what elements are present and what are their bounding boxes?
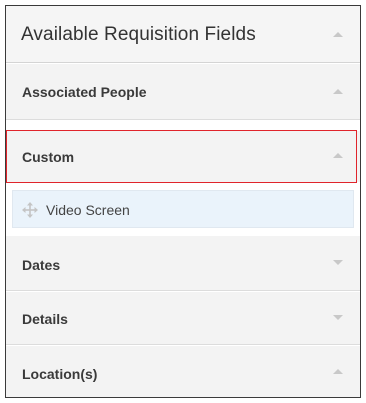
section-associated-people[interactable]: Associated People [6, 64, 360, 120]
caret-down-icon[interactable] [333, 260, 343, 265]
move-icon[interactable] [21, 201, 39, 219]
panel-title: Available Requisition Fields [21, 24, 256, 45]
field-label: Video Screen [46, 202, 130, 218]
collapse-panel-caret-icon[interactable] [333, 32, 343, 37]
section-details[interactable]: Details [6, 292, 360, 345]
caret-up-icon[interactable] [333, 153, 343, 158]
section-locations[interactable]: Location(s) [6, 346, 360, 397]
caret-up-icon[interactable] [333, 369, 343, 374]
section-label: Dates [22, 257, 61, 273]
caret-up-icon[interactable] [333, 89, 343, 94]
requisition-fields-panel: Available Requisition Fields Associated … [5, 5, 361, 398]
section-label: Associated People [22, 84, 147, 100]
caret-down-icon[interactable] [333, 315, 343, 320]
section-custom[interactable]: Custom [6, 131, 360, 182]
section-gap [6, 121, 360, 130]
panel-header[interactable]: Available Requisition Fields [6, 6, 360, 63]
section-label: Location(s) [22, 366, 98, 382]
field-item-video-screen[interactable]: Video Screen [12, 190, 354, 228]
section-label: Details [22, 311, 68, 327]
section-label: Custom [22, 149, 75, 165]
section-dates[interactable]: Dates [6, 236, 360, 291]
